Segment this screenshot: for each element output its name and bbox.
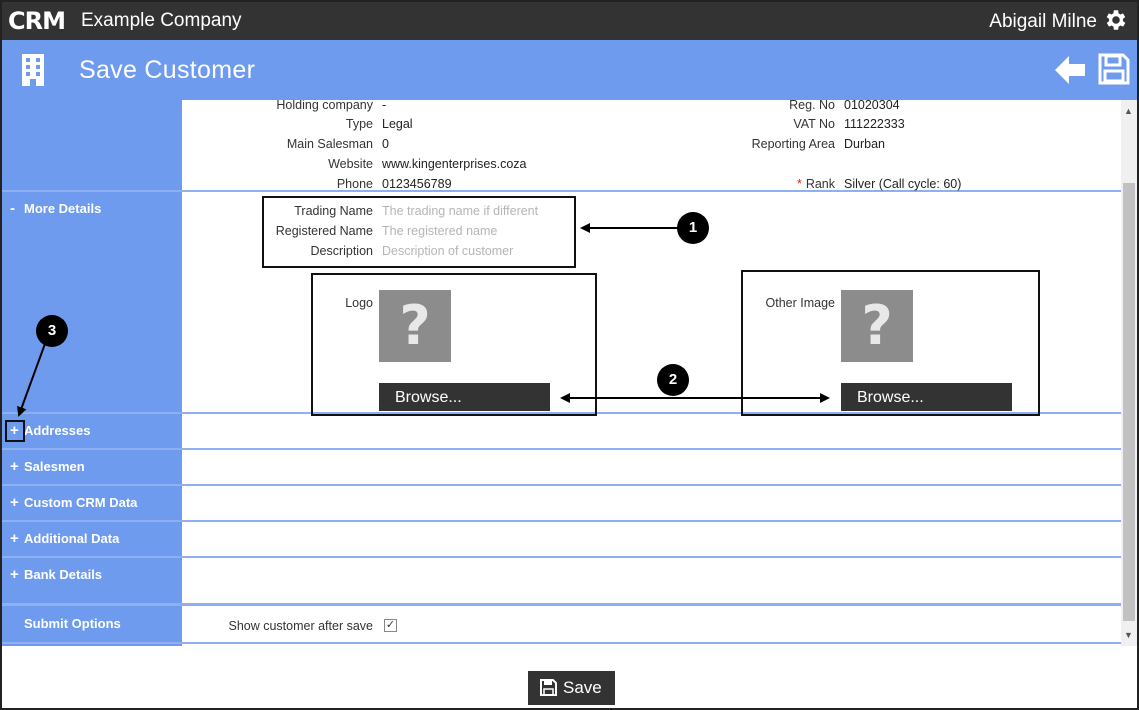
divider — [2, 642, 1121, 644]
more-details-label[interactable]: More Details — [24, 201, 101, 216]
additional-data-label[interactable]: Additional Data — [24, 531, 119, 546]
more-details-toggle[interactable]: - More Details — [10, 201, 101, 217]
rank-label: * Rank — [797, 176, 835, 192]
reporting-area-value: Durban — [844, 137, 885, 151]
additional-data-toggle[interactable]: + Additional Data — [10, 531, 119, 547]
divider — [2, 603, 1121, 606]
website-value[interactable]: www.kingenterprises.coza — [382, 156, 527, 172]
show-customer-after-save-label: Show customer after save — [228, 619, 373, 633]
save-disk-icon[interactable] — [1097, 52, 1131, 86]
summary-left-panel — [2, 100, 182, 190]
more-details-panel — [2, 192, 182, 412]
callout-3: 3 — [36, 315, 68, 347]
divider — [2, 520, 1121, 522]
phone-label: Phone — [336, 177, 373, 191]
main-salesman-label: Main Salesman — [286, 137, 373, 151]
type-value: Legal — [382, 117, 413, 131]
gear-icon[interactable] — [1103, 7, 1129, 33]
salesmen-label[interactable]: Salesmen — [24, 459, 85, 474]
website-label: Website — [328, 157, 373, 171]
reg-no-label: Reg. No — [789, 100, 835, 112]
building-icon — [22, 54, 44, 86]
holding-company-value: - — [382, 100, 387, 112]
scroll-down-arrow-icon[interactable]: ▼ — [1124, 630, 1133, 640]
user-name[interactable]: Abigail Milne — [989, 11, 1097, 33]
rank-value: Silver (Call cycle: 60) — [844, 177, 962, 191]
page-header: Save Customer — [2, 40, 1137, 100]
expand-icon[interactable]: + — [10, 531, 24, 547]
callout-2: 2 — [657, 364, 689, 396]
annotation-box-expand — [5, 420, 25, 442]
vat-no-label: VAT No — [793, 117, 835, 131]
save-button-label[interactable]: Save — [563, 671, 602, 705]
save-button[interactable]: Save — [528, 671, 615, 705]
phone-value: 0123456789 — [382, 177, 452, 191]
scroll-up-arrow-icon[interactable]: ▲ — [1124, 106, 1133, 116]
annotation-box-other-image — [741, 270, 1040, 416]
annotation-box-logo — [311, 273, 597, 416]
vat-no-value: 111222333 — [844, 117, 905, 131]
custom-crm-data-label[interactable]: Custom CRM Data — [24, 495, 137, 510]
top-bar: CRM Example Company Abigail Milne — [2, 2, 1137, 40]
salesmen-toggle[interactable]: + Salesmen — [10, 459, 85, 475]
expand-icon[interactable]: + — [10, 495, 24, 511]
callout-1: 1 — [677, 212, 709, 244]
divider — [2, 556, 1121, 558]
company-name: Example Company — [81, 10, 242, 31]
reg-no-value: 01020304 — [844, 100, 900, 112]
custom-crm-data-toggle[interactable]: + Custom CRM Data — [10, 495, 137, 511]
expand-icon[interactable]: + — [10, 459, 24, 475]
addresses-label[interactable]: Addresses — [24, 423, 90, 438]
bank-details-label[interactable]: Bank Details — [24, 567, 102, 582]
save-icon — [540, 679, 557, 696]
type-label: Type — [345, 117, 373, 131]
main-salesman-value: 0 — [382, 137, 389, 151]
page-title: Save Customer — [79, 56, 256, 84]
scroll-thumb[interactable] — [1123, 183, 1135, 621]
bank-details-toggle[interactable]: + Bank Details — [10, 567, 102, 583]
collapse-icon[interactable]: - — [10, 201, 24, 217]
submit-options-label: Submit Options — [24, 616, 121, 631]
divider — [2, 484, 1121, 486]
holding-company-label: Holding company — [276, 100, 373, 112]
divider — [2, 448, 1121, 450]
app-window: CRM Example Company Abigail Milne Save C… — [0, 0, 1139, 710]
crm-logo[interactable]: CRM — [8, 8, 66, 34]
expand-icon[interactable]: + — [10, 567, 24, 583]
back-arrow-icon[interactable] — [1053, 53, 1087, 87]
vertical-scrollbar[interactable]: ▲ ▼ — [1121, 100, 1137, 646]
reporting-area-label: Reporting Area — [751, 137, 835, 151]
rank-label-text: Rank — [805, 177, 835, 191]
annotation-box-names — [262, 196, 576, 268]
show-customer-after-save-checkbox[interactable]: ✓ — [384, 619, 397, 632]
required-marker: * — [796, 177, 802, 191]
